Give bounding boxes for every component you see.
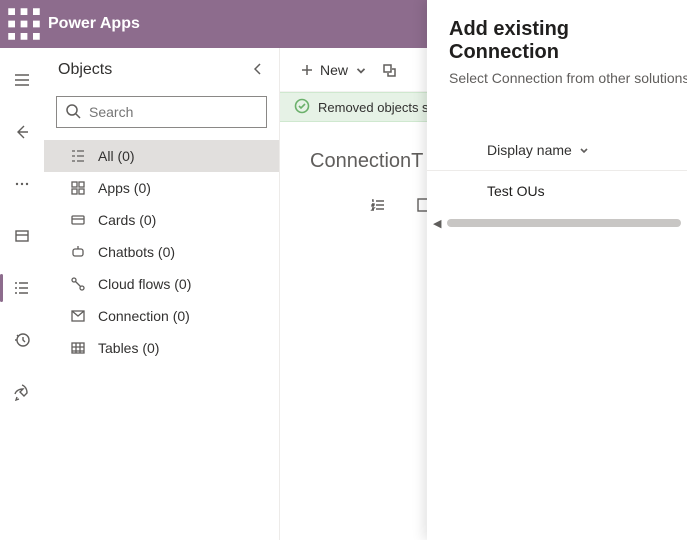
chatbots-icon — [70, 244, 86, 260]
connection-icon — [70, 308, 86, 324]
search-input[interactable] — [89, 104, 270, 120]
scroll-left-arrow[interactable]: ◀ — [433, 217, 441, 230]
tree-item-label: Connection (0) — [98, 308, 190, 324]
all-icon — [70, 148, 86, 164]
more-button[interactable] — [2, 164, 42, 204]
waffle-icon[interactable] — [6, 6, 42, 42]
hamburger-button[interactable] — [2, 60, 42, 100]
scroll-track[interactable] — [447, 219, 681, 227]
tree-item-label: Cards (0) — [98, 212, 156, 228]
flyout-subtitle: Select Connection from other solutions o — [427, 64, 687, 86]
list-view-button[interactable] — [2, 268, 42, 308]
chevron-down-icon — [578, 144, 590, 156]
chevron-down-icon — [354, 63, 368, 77]
status-text: Removed objects su — [318, 100, 436, 115]
card-view-button[interactable] — [2, 216, 42, 256]
tree-item-cloud-flows[interactable]: Cloud flows (0) — [44, 268, 279, 300]
product-name: Power Apps — [48, 15, 140, 33]
add-existing-button[interactable] — [382, 63, 396, 77]
new-button[interactable]: New — [300, 62, 368, 78]
tree-item-label: All (0) — [98, 148, 135, 164]
tree-item-label: Tables (0) — [98, 340, 159, 356]
tree-item-tables[interactable]: Tables (0) — [44, 332, 279, 364]
apps-icon — [70, 180, 86, 196]
rocket-button[interactable] — [2, 372, 42, 412]
tree-item-connection[interactable]: Connection (0) — [44, 300, 279, 332]
search-icon — [65, 103, 81, 122]
left-rail — [0, 48, 44, 540]
add-existing-flyout: Add existing Connection Select Connectio… — [427, 0, 687, 540]
tree-item-cards[interactable]: Cards (0) — [44, 204, 279, 236]
horizontal-scrollbar[interactable]: ◀ — [427, 216, 687, 230]
collapse-panel-button[interactable] — [251, 62, 265, 79]
cards-icon — [70, 212, 86, 228]
tree-item-apps[interactable]: Apps (0) — [44, 172, 279, 204]
objects-tree: All (0) Apps (0) Cards (0) Chatbots (0) … — [44, 138, 279, 364]
connection-item-name: Test OUs — [487, 183, 545, 199]
flows-icon — [70, 276, 86, 292]
tree-item-chatbots[interactable]: Chatbots (0) — [44, 236, 279, 268]
back-button[interactable] — [2, 112, 42, 152]
search-box[interactable] — [56, 96, 267, 128]
objects-panel-title: Objects — [58, 61, 112, 79]
tables-icon — [70, 340, 86, 356]
tree-item-label: Cloud flows (0) — [98, 276, 191, 292]
numbered-list-icon[interactable] — [370, 197, 386, 216]
checkmark-circle-icon — [294, 98, 310, 117]
connection-list-item[interactable]: Test OUs — [427, 171, 687, 211]
tree-item-all[interactable]: All (0) — [44, 140, 279, 172]
tree-item-label: Chatbots (0) — [98, 244, 175, 260]
flyout-title: Add existing Connection — [427, 18, 687, 64]
history-button[interactable] — [2, 320, 42, 360]
objects-panel-header: Objects — [44, 48, 279, 92]
new-button-label: New — [320, 62, 348, 78]
objects-panel: Objects All (0) Apps (0) Cards (0) Chatb… — [44, 48, 280, 540]
tree-item-label: Apps (0) — [98, 180, 151, 196]
column-header-display-name[interactable]: Display name — [427, 142, 687, 171]
column-header-label: Display name — [487, 142, 572, 158]
